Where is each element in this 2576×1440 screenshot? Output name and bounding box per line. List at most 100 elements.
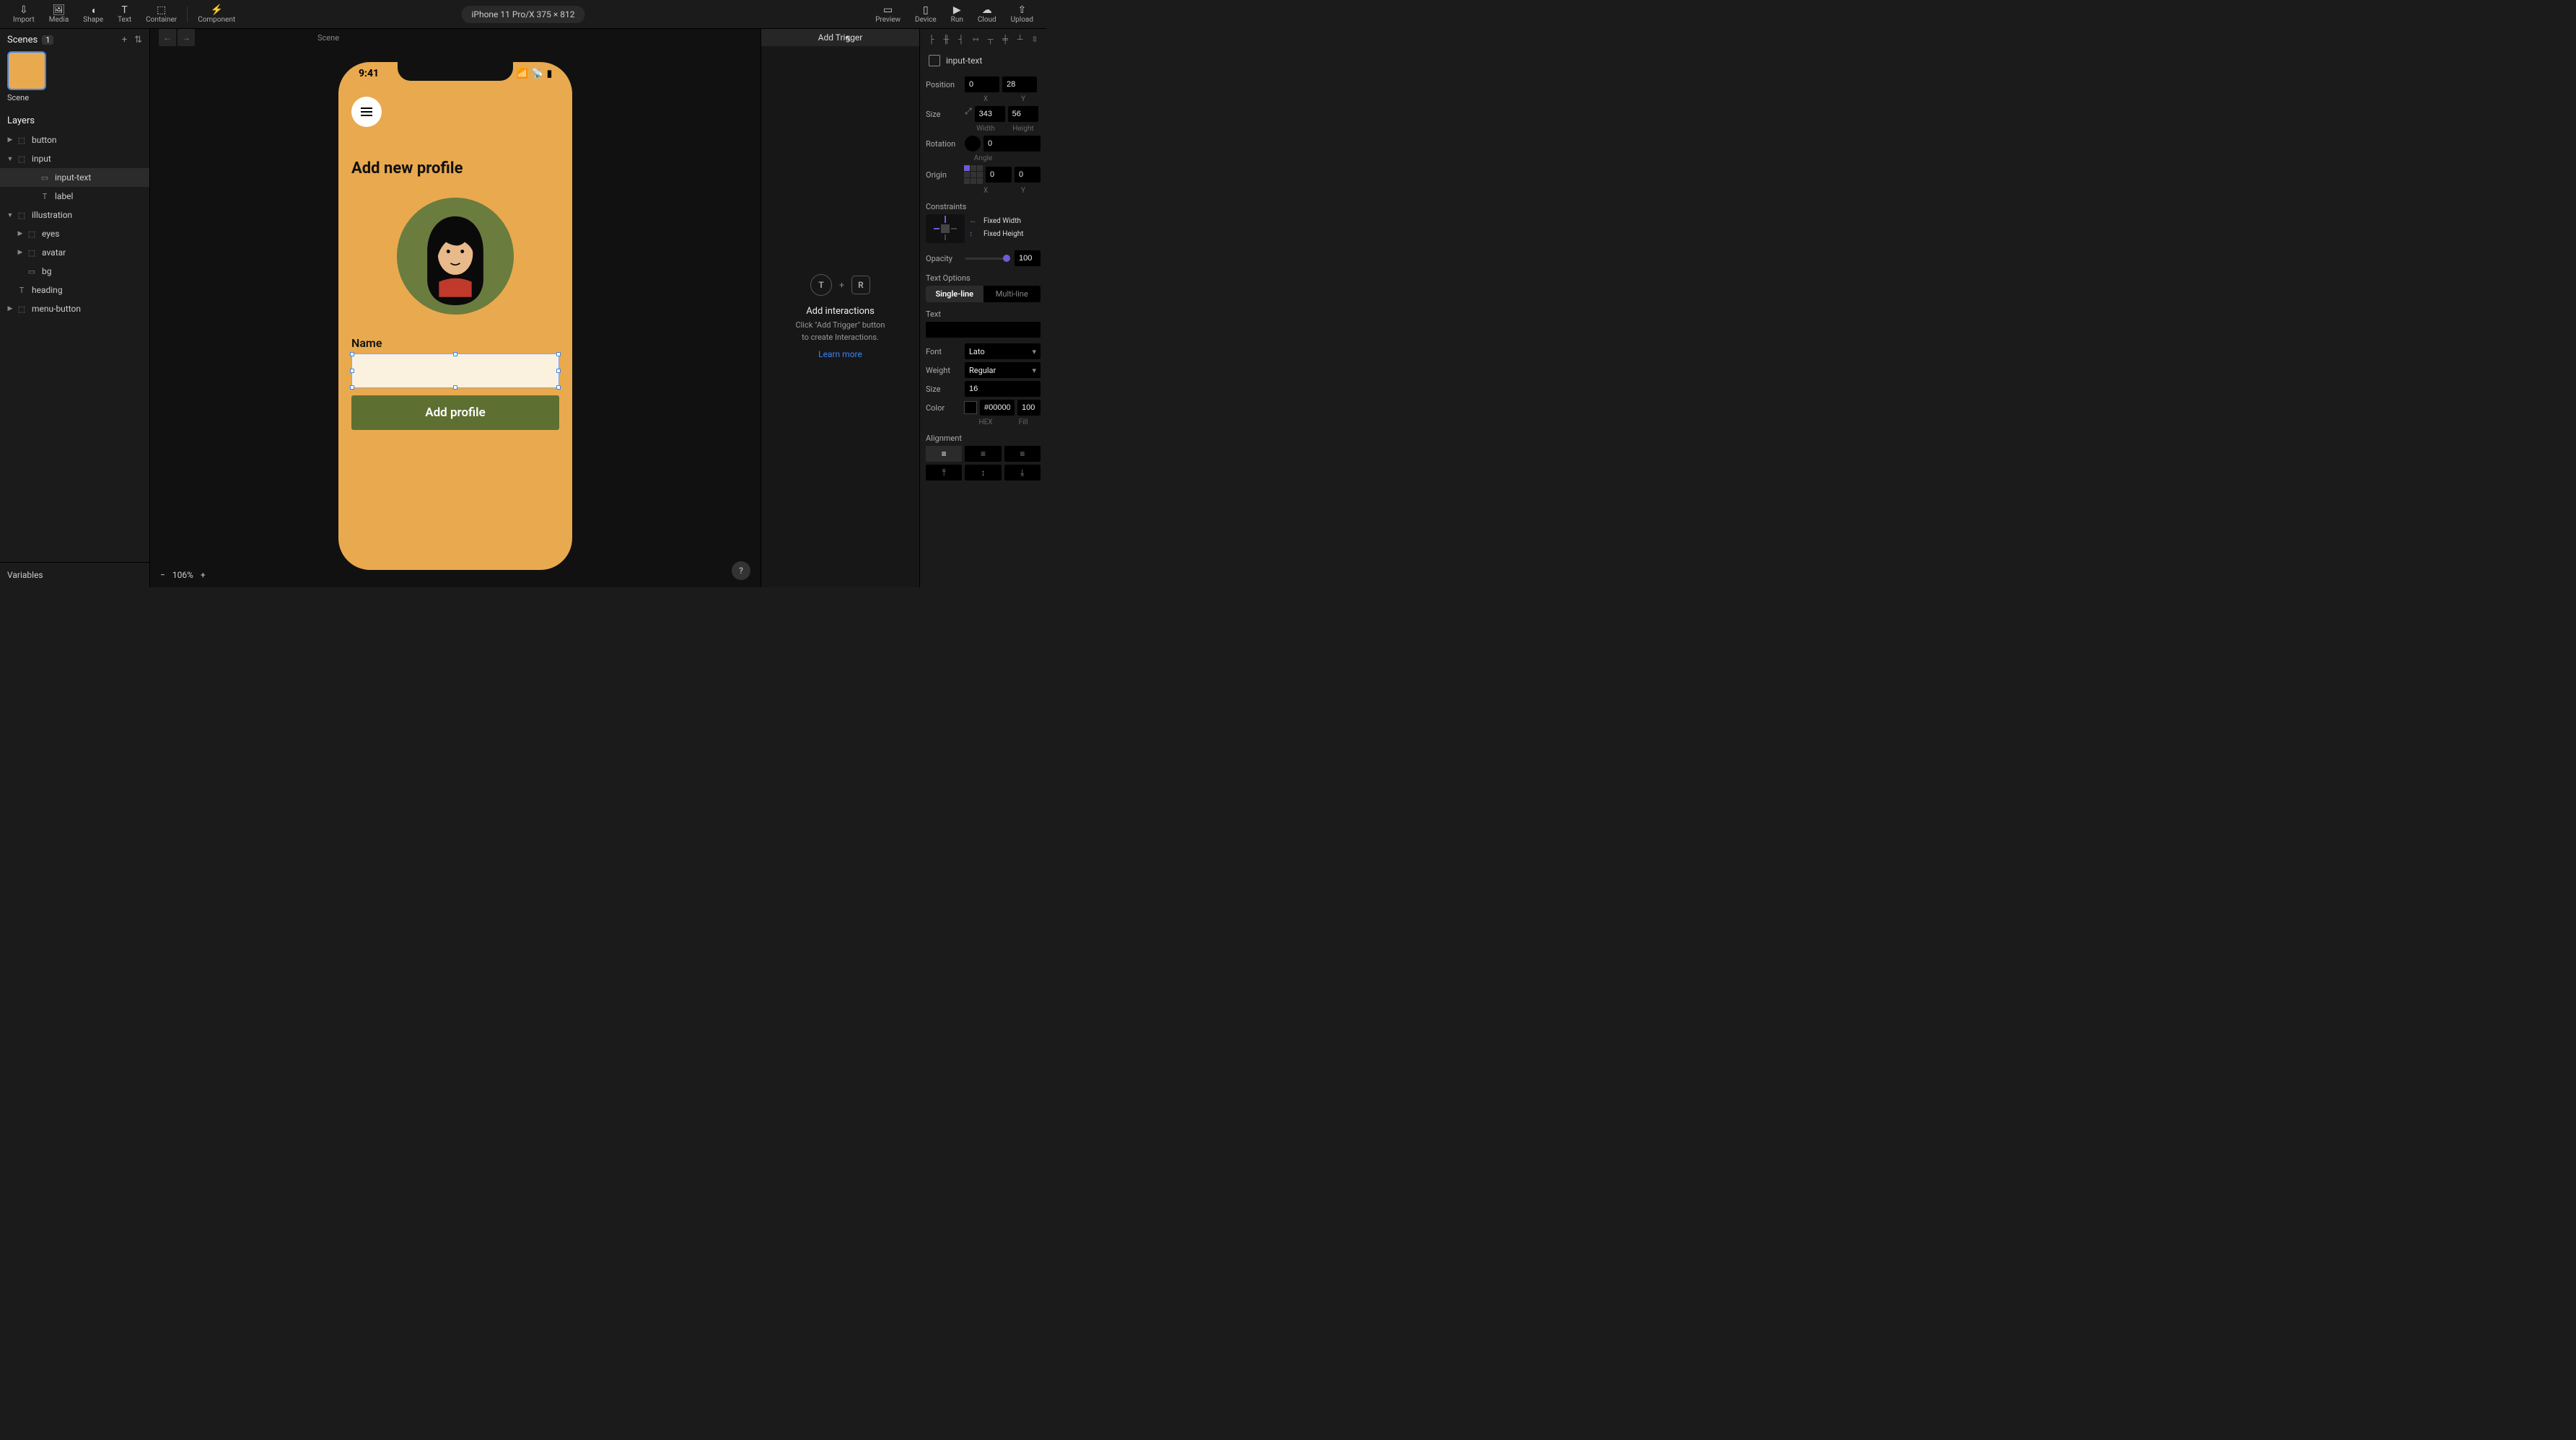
fixed-height-toggle[interactable]: ↕Fixed Height — [969, 227, 1041, 240]
device-info[interactable]: iPhone 11 Pro/X 375 × 812 — [461, 6, 584, 23]
layer-row-menu-button[interactable]: ▶⬚menu-button — [0, 299, 149, 318]
name-label[interactable]: Name — [351, 336, 382, 350]
component-button[interactable]: ⚡Component — [190, 0, 242, 28]
run-button[interactable]: ▶Run — [944, 0, 971, 28]
position-x-input[interactable] — [965, 76, 999, 92]
multi-line-button[interactable]: Multi-line — [983, 286, 1041, 302]
zoom-value[interactable]: 106% — [172, 570, 193, 580]
caret-icon[interactable]: ▶ — [6, 136, 14, 144]
scene-settings-icon[interactable]: ⇅ — [134, 35, 142, 45]
single-line-button[interactable]: Single-line — [926, 286, 983, 302]
scene-crumb[interactable]: Scene — [317, 33, 339, 43]
resize-handle[interactable] — [556, 385, 561, 390]
width-input[interactable] — [975, 106, 1005, 122]
origin-x-input[interactable] — [986, 167, 1012, 183]
shape-button[interactable]: ◖Shape — [76, 0, 110, 28]
opacity-slider[interactable] — [965, 258, 1010, 260]
add-profile-button[interactable]: Add profile — [351, 395, 559, 430]
selected-name[interactable]: input-text — [946, 56, 982, 66]
align-right-icon[interactable]: ┤ — [955, 33, 967, 45]
position-y-input[interactable] — [1002, 76, 1037, 92]
scene-thumbnail[interactable] — [7, 51, 46, 90]
resize-handle[interactable] — [350, 385, 354, 390]
text-valign-bottom[interactable]: ⤓ — [1004, 465, 1041, 480]
layer-row-eyes[interactable]: ▶⬚eyes — [0, 224, 149, 243]
color-hex-input[interactable] — [980, 400, 1015, 416]
zoom-in-button[interactable]: + — [201, 570, 206, 580]
lock-icon[interactable]: ⤢ — [965, 106, 972, 122]
color-swatch[interactable] — [964, 401, 977, 414]
layer-row-bg[interactable]: ▭bg — [0, 262, 149, 281]
color-fill-input[interactable] — [1017, 400, 1041, 416]
resize-handle[interactable] — [556, 352, 561, 356]
rotation-knob[interactable] — [965, 136, 981, 152]
resize-handle[interactable] — [350, 352, 354, 356]
resize-handle[interactable] — [556, 369, 561, 373]
nav-back-button[interactable]: ← — [159, 29, 176, 46]
help-button[interactable]: ? — [732, 561, 750, 580]
scene-name[interactable]: Scene — [7, 93, 142, 102]
text-value-input[interactable] — [926, 322, 1041, 338]
text-button[interactable]: TText — [110, 0, 139, 28]
fixed-width-toggle[interactable]: ↔Fixed Width — [969, 214, 1041, 227]
origin-y-input[interactable] — [1015, 167, 1041, 183]
caret-icon[interactable]: ▶ — [16, 230, 25, 237]
caret-icon[interactable]: ▶ — [16, 249, 25, 256]
add-scene-icon[interactable]: + — [122, 35, 127, 45]
preview-button[interactable]: ▭Preview — [868, 0, 908, 28]
caret-icon[interactable]: ▼ — [6, 211, 14, 219]
cloud-button[interactable]: ☁Cloud — [971, 0, 1004, 28]
container-button[interactable]: ⬚Container — [139, 0, 184, 28]
text-align-right[interactable]: ≡ — [1004, 446, 1041, 462]
origin-grid[interactable] — [964, 165, 983, 184]
layer-row-heading[interactable]: Theading — [0, 281, 149, 299]
caret-icon[interactable]: ▼ — [6, 155, 14, 163]
distribute-h-icon[interactable]: ⇿ — [970, 33, 981, 45]
resize-handle[interactable] — [350, 369, 354, 373]
plus-icon: + — [839, 280, 844, 290]
distribute-v-icon[interactable]: ⇳ — [1029, 33, 1041, 45]
zoom-out-button[interactable]: − — [160, 570, 165, 580]
layer-row-button[interactable]: ▶⬚button — [0, 131, 149, 149]
layer-row-illustration[interactable]: ▼⬚illustration — [0, 206, 149, 224]
layer-row-label[interactable]: Tlabel — [0, 187, 149, 206]
resize-handle[interactable] — [453, 385, 457, 390]
height-input[interactable] — [1008, 106, 1038, 122]
canvas-area[interactable]: ← → Scene 9:41 📶 📡 ▮ Add new profile — [150, 29, 761, 587]
weight-select[interactable]: Regular — [965, 362, 1041, 378]
opacity-input[interactable] — [1015, 250, 1041, 266]
page-heading[interactable]: Add new profile — [351, 159, 463, 177]
learn-more-link[interactable]: Learn more — [761, 349, 919, 359]
align-center-v-icon[interactable]: ╪ — [999, 33, 1011, 45]
layer-name: button — [32, 135, 57, 145]
align-left-icon[interactable]: ├ — [926, 33, 937, 45]
text-valign-top[interactable]: ⤒ — [926, 465, 962, 480]
device-button[interactable]: ▯Device — [908, 0, 944, 28]
align-top-icon[interactable]: ┬ — [985, 33, 996, 45]
media-button[interactable]: 🖼Media — [42, 0, 76, 28]
device-label: Device — [915, 16, 937, 24]
constraint-visual[interactable] — [926, 214, 965, 243]
text-align-left[interactable]: ≡ — [926, 446, 962, 462]
layer-row-input[interactable]: ▼⬚input — [0, 149, 149, 168]
font-size-input[interactable] — [965, 381, 1041, 397]
layer-row-avatar[interactable]: ▶⬚avatar — [0, 243, 149, 262]
rotation-input[interactable] — [983, 136, 1041, 152]
resize-handle[interactable] — [453, 352, 457, 356]
align-bottom-icon[interactable]: ┴ — [1015, 33, 1026, 45]
name-input-field[interactable] — [351, 354, 559, 388]
text-align-center[interactable]: ≡ — [965, 446, 1001, 462]
add-trigger-button[interactable]: Add Trigger — [761, 29, 919, 46]
avatar-illustration[interactable] — [397, 198, 514, 315]
import-button[interactable]: ⇩Import — [6, 0, 42, 28]
menu-button[interactable] — [351, 97, 382, 127]
variables-header[interactable]: Variables — [0, 562, 149, 587]
font-select[interactable]: Lato — [965, 343, 1041, 359]
align-center-h-icon[interactable]: ╫ — [940, 33, 952, 45]
caret-icon[interactable]: ▶ — [6, 305, 14, 312]
text-valign-middle[interactable]: ↕ — [965, 465, 1001, 480]
nav-forward-button[interactable]: → — [178, 29, 195, 46]
oy-sublabel: Y — [1006, 187, 1041, 195]
layer-row-input-text[interactable]: ▭input-text — [0, 168, 149, 187]
upload-button[interactable]: ⇧Upload — [1004, 0, 1041, 28]
